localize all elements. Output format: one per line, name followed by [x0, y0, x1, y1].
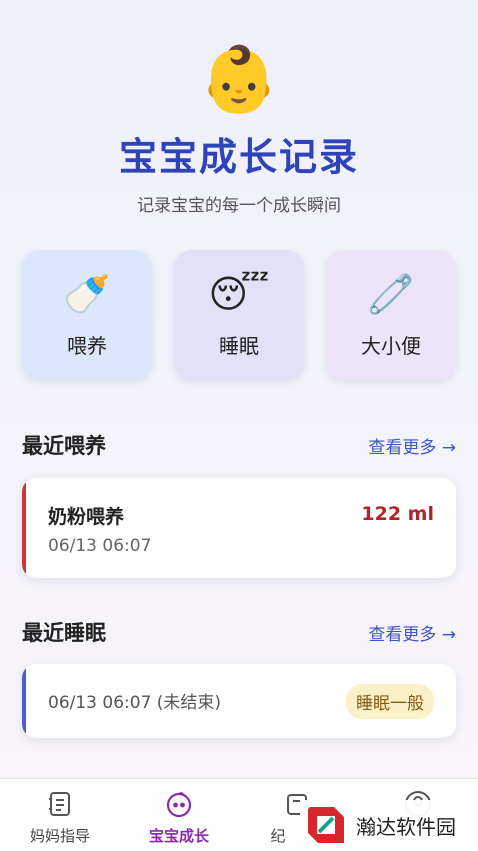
watermark-text: 瀚达软件园 [356, 814, 456, 839]
safety-pin-icon: 🧷 [367, 271, 415, 316]
sleep-more-link[interactable]: 查看更多 → [368, 620, 456, 645]
notebook-icon [10, 789, 110, 819]
potty-card-label: 大小便 [361, 333, 421, 358]
app-header: 👶 宝宝成长记录 记录宝宝的每一个成长瞬间 [0, 40, 478, 216]
baby-bottle-icon: 🍼 [63, 271, 111, 316]
feeding-card[interactable]: 🍼 喂养 [22, 250, 152, 380]
feeding-card-label: 喂养 [67, 333, 107, 358]
feeding-record-card[interactable]: 奶粉喂养 06/13 06:07 122 ml [22, 478, 456, 578]
sleep-record-card[interactable]: 06/13 06:07 (未结束) 睡眠一般 [22, 664, 456, 738]
tab-baby-growth-label: 宝宝成长 [148, 827, 209, 845]
baby-face-icon: 👶 [199, 43, 279, 117]
tab-baby-growth[interactable]: 宝宝成长 [129, 789, 229, 846]
watermark-logo-icon [308, 807, 344, 843]
feeding-type: 奶粉喂养 [48, 506, 125, 528]
tab-mom-guide[interactable]: 妈妈指导 [10, 789, 110, 846]
category-cards: 🍼 喂养 😴 睡眠 🧷 大小便 [22, 250, 456, 380]
recent-sleep-title: 最近睡眠 [22, 621, 106, 645]
sleep-time: 06/13 06:07 (未结束) [48, 693, 222, 713]
sleep-quality-badge: 睡眠一般 [346, 684, 434, 719]
baby-face-tab-icon [129, 789, 229, 819]
feeding-accent-bar [22, 478, 26, 578]
tab-mom-guide-label: 妈妈指导 [29, 827, 90, 845]
page-title: 宝宝成长记录 [118, 135, 359, 179]
sleep-accent-bar [22, 664, 26, 738]
feeding-amount: 122 ml [361, 503, 434, 525]
sleep-card[interactable]: 😴 睡眠 [174, 250, 304, 380]
recent-feeding-title: 最近喂养 [22, 434, 106, 458]
feeding-more-link[interactable]: 查看更多 → [368, 433, 456, 458]
feeding-time: 06/13 06:07 [48, 536, 152, 556]
watermark: 瀚达软件园 [300, 800, 478, 850]
sleep-card-label: 睡眠 [219, 333, 259, 358]
sleeping-face-icon: 😴 [208, 271, 270, 316]
page-subtitle: 记录宝宝的每一个成长瞬间 [137, 196, 341, 216]
potty-card[interactable]: 🧷 大小便 [326, 250, 456, 380]
tab-record-label: 纪 [270, 827, 286, 845]
